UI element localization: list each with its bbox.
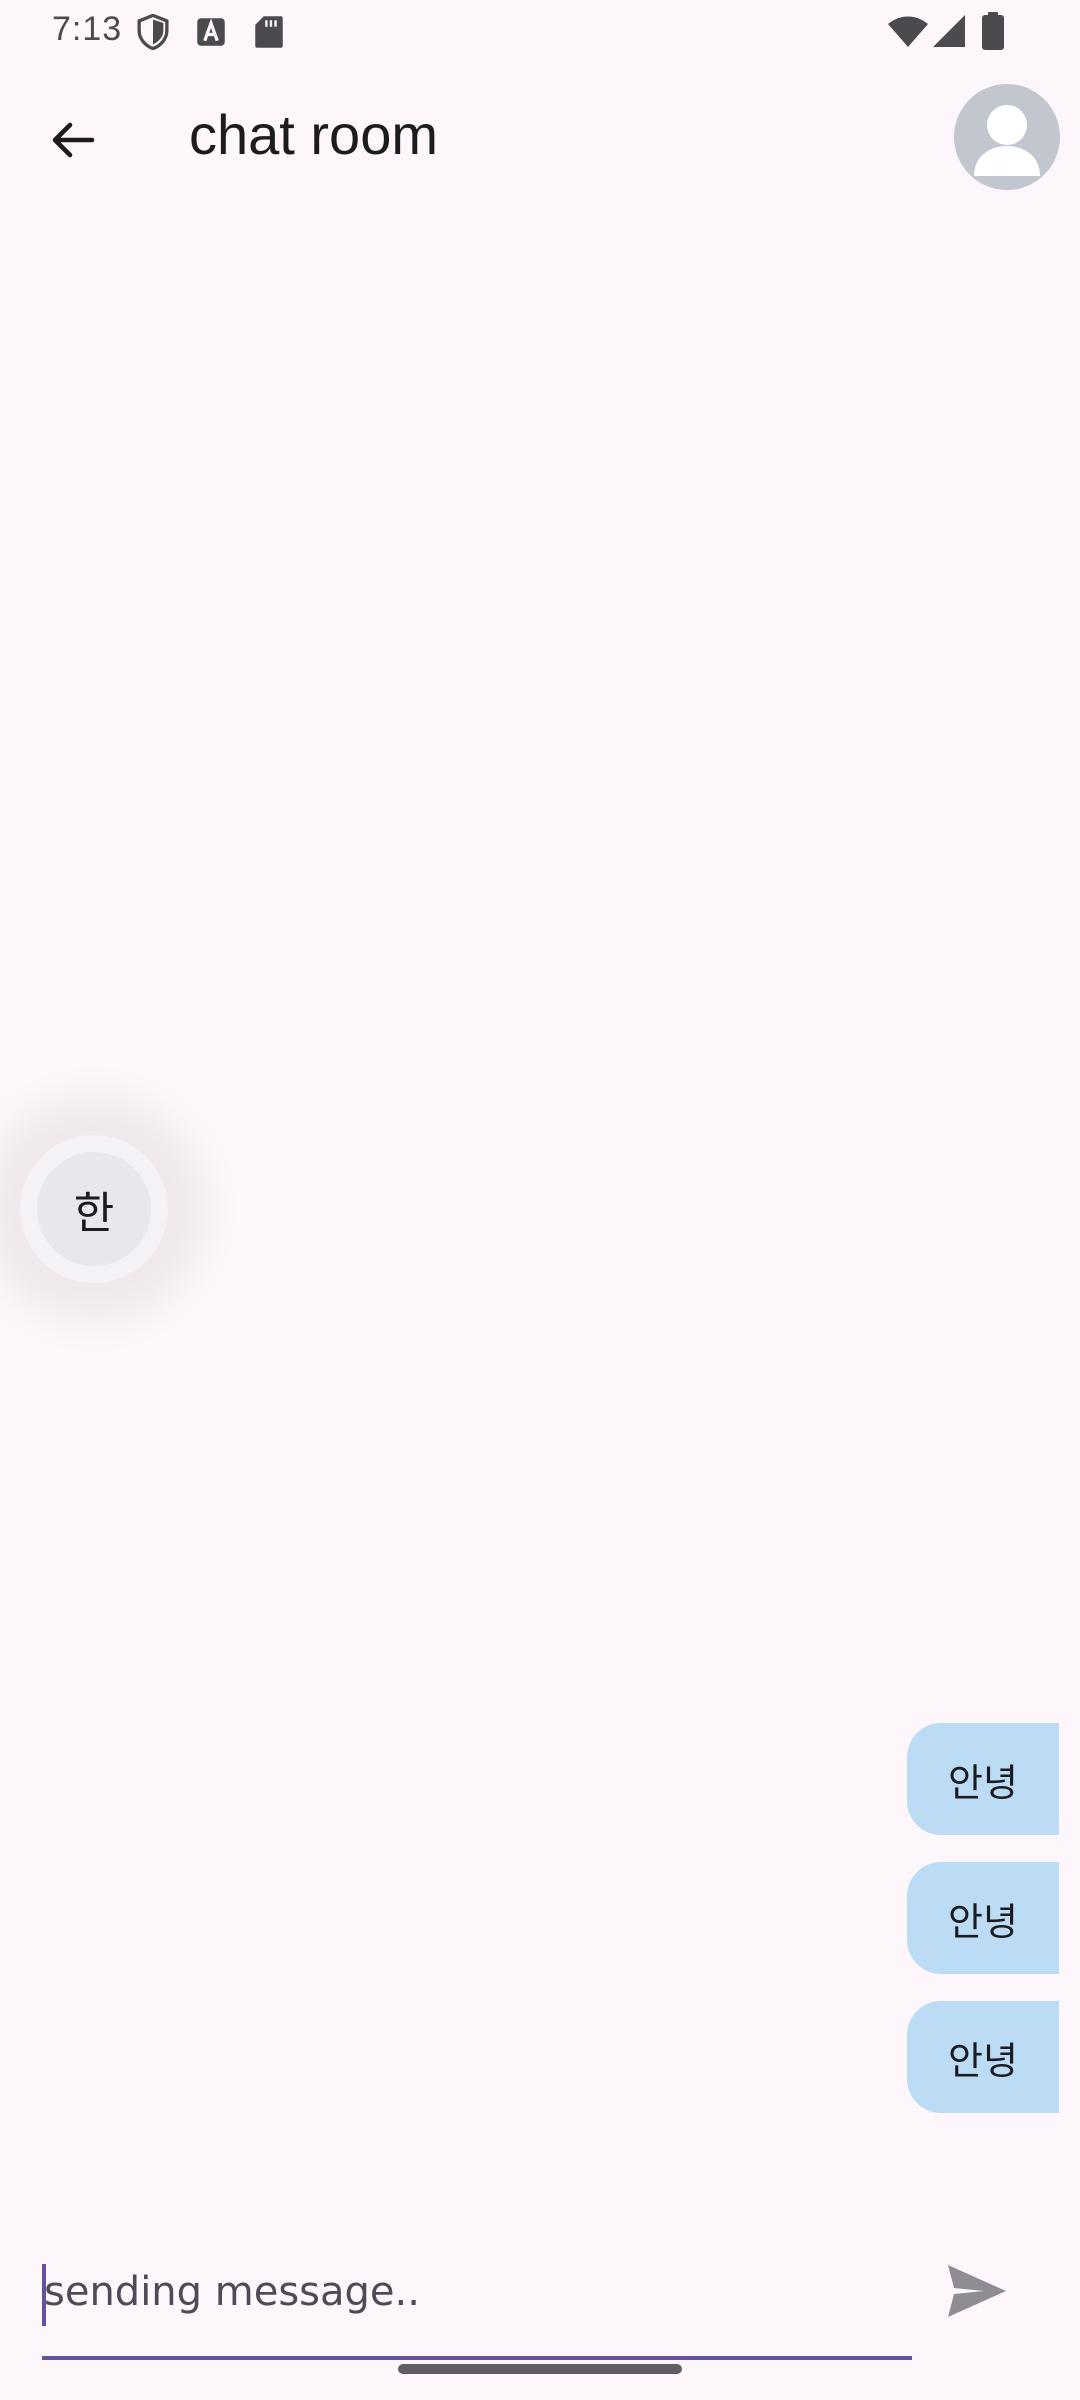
a-badge-icon [197,18,225,46]
shield-icon [137,14,169,50]
sd-card-icon [255,16,283,48]
app-bar: chat room [0,62,1080,212]
message-bubble[interactable]: 안녕 [907,1862,1059,1974]
message-bubble[interactable]: 안녕 [907,2001,1059,2113]
avatar[interactable] [954,84,1060,190]
signal-icon [933,15,965,47]
person-icon [974,105,1040,176]
back-button[interactable] [36,104,108,176]
gesture-nav-handle[interactable] [398,2364,682,2374]
page-title: chat room [189,103,438,166]
arrow-back-icon [52,122,95,158]
message-composer [0,2230,1080,2360]
message-bubble[interactable]: 안녕 [907,1723,1059,1835]
message-input[interactable] [44,2250,904,2334]
floating-ime-toggle-button[interactable]: 한 [20,1135,168,1283]
status-bar: 7:13 [0,0,1080,62]
ime-label: 한 [37,1152,151,1266]
status-time: 7:13 [52,10,123,48]
battery-icon [982,12,1004,50]
wifi-icon [888,16,928,47]
send-icon [948,2265,1006,2317]
send-button[interactable] [936,2250,1018,2332]
message-input-container[interactable] [42,2230,912,2360]
